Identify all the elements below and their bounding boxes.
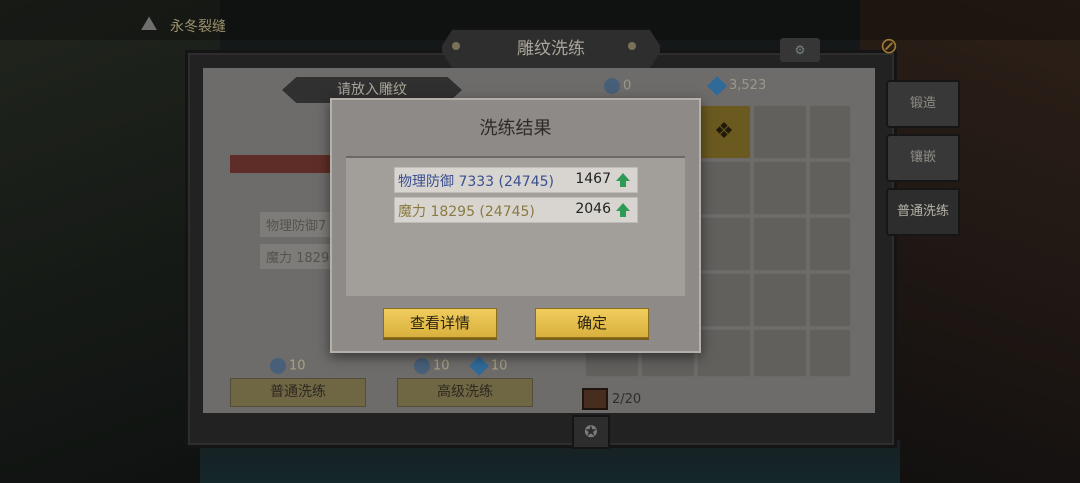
view-details-button[interactable]: 查看详情	[383, 308, 497, 338]
arrow-up-icon	[616, 203, 630, 217]
dialog-title: 洗练结果	[479, 118, 552, 139]
result-row: 物理防御 7333 (24745) 1467	[394, 167, 638, 193]
result-dialog: 洗练结果 物理防御 7333 (24745) 1467 魔力 18295 (24…	[330, 98, 701, 353]
result-value: 2046	[575, 201, 611, 217]
confirm-button[interactable]: 确定	[535, 308, 649, 338]
result-label: 物理防御 7333 (24745)	[398, 174, 554, 190]
arrow-up-icon	[616, 173, 630, 187]
result-label: 魔力 18295 (24745)	[398, 204, 535, 220]
result-value: 1467	[575, 171, 611, 187]
result-row: 魔力 18295 (24745) 2046	[394, 197, 638, 223]
